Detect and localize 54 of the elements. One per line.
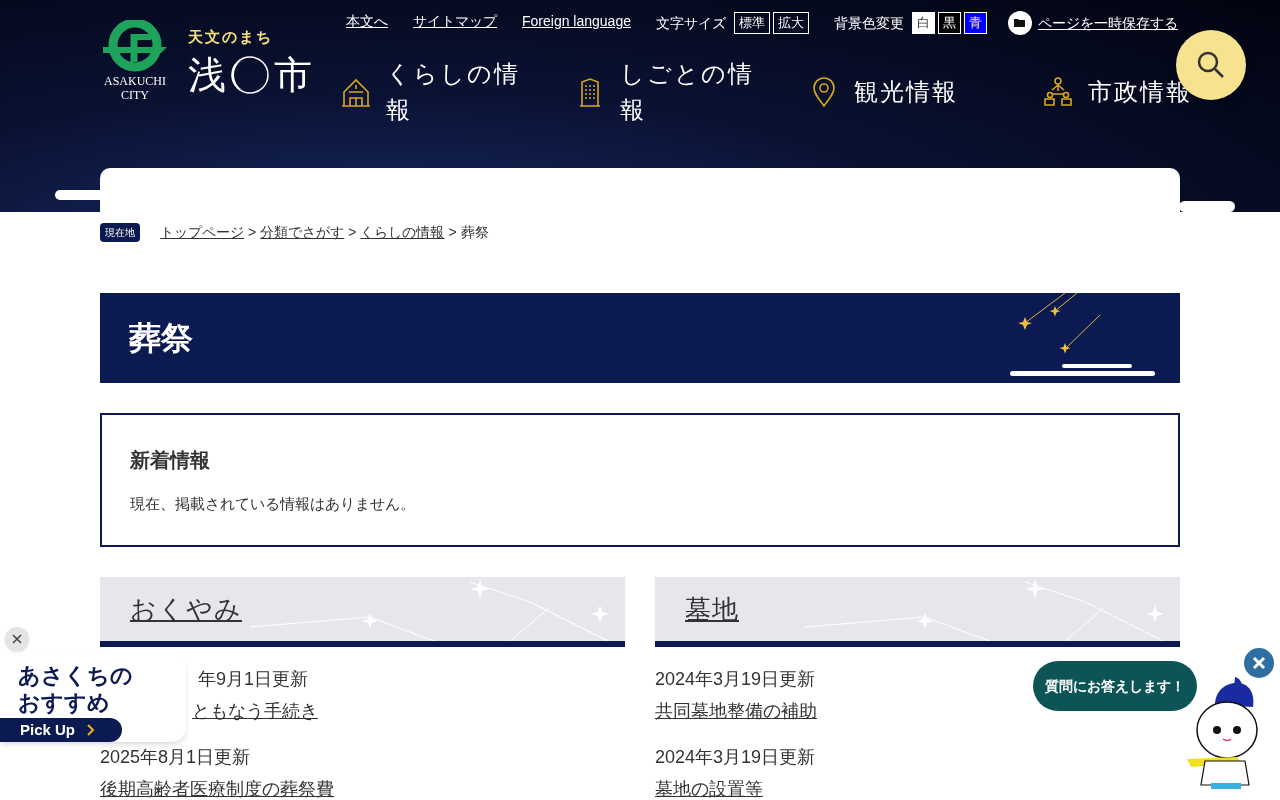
- article-link[interactable]: 墓地の設置等: [655, 777, 763, 800]
- font-size-button[interactable]: 標準: [734, 12, 770, 34]
- article-link[interactable]: ともなう手続き: [192, 699, 318, 723]
- background-color-button[interactable]: 白: [912, 12, 935, 34]
- chat-bubble[interactable]: 質問にお答えします！: [1033, 661, 1197, 711]
- breadcrumb-link[interactable]: くらしの情報: [360, 221, 445, 243]
- breadcrumb-link[interactable]: 分類でさがす: [260, 221, 345, 243]
- article-link[interactable]: 後期高齢者医療制度の葬祭費: [100, 777, 334, 800]
- breadcrumb-link[interactable]: トップページ: [160, 221, 244, 243]
- main-nav-link[interactable]: 観光情報: [808, 56, 1042, 128]
- breadcrumb-separator: >: [248, 222, 257, 242]
- background-color-label: 背景色変更: [834, 13, 904, 33]
- search-icon: [1196, 50, 1226, 80]
- chat-bubble-text: 質問にお答えします！: [1045, 676, 1185, 696]
- utility-link[interactable]: サイトマップ: [413, 10, 497, 32]
- background-color-button[interactable]: 黒: [938, 12, 961, 34]
- close-button[interactable]: [5, 627, 29, 651]
- city-name: 浅: [188, 52, 226, 97]
- people-icon: [1042, 76, 1074, 108]
- city-name: 市: [274, 52, 312, 97]
- background-color-button[interactable]: 青: [964, 12, 987, 34]
- section-heading[interactable]: おくやみ: [130, 589, 242, 629]
- breadcrumb-badge: 現在地: [100, 222, 140, 242]
- update-date: 年9月1日更新: [198, 668, 309, 691]
- update-date: 2025年8月1日更新: [100, 746, 251, 769]
- main-nav-link[interactable]: くらしの情報: [340, 56, 574, 128]
- update-date: 2024年3月19日更新: [655, 668, 816, 691]
- pickup-title: おすすめ: [18, 689, 111, 716]
- article-link[interactable]: 共同墓地整備の補助: [655, 699, 817, 723]
- main-nav-link[interactable]: しごとの情報: [574, 56, 808, 128]
- breadcrumb-separator: >: [348, 222, 357, 242]
- pickup-button[interactable]: Pick Up: [0, 718, 122, 742]
- breadcrumb-separator: >: [448, 222, 457, 242]
- pickup-title: あさくちの: [18, 662, 134, 689]
- update-date: 2024年3月19日更新: [655, 746, 816, 769]
- close-button[interactable]: [1244, 648, 1274, 678]
- news-heading: 新着情報: [130, 448, 211, 473]
- page-title: 葬祭: [129, 319, 193, 358]
- utility-link[interactable]: Foreign language: [522, 10, 631, 32]
- city-name-english: ASAKUCHI CITY: [103, 74, 167, 102]
- font-size-button[interactable]: 拡大: [773, 12, 809, 34]
- city-emblem-icon: [101, 20, 169, 74]
- save-page-link[interactable]: ページを一時保存する: [1038, 12, 1178, 34]
- house-icon: [340, 76, 372, 108]
- font-size-label: 文字サイズ: [656, 13, 726, 33]
- news-message: 現在、掲載されている情報はありません。: [130, 494, 416, 514]
- tagline: 天文のまち: [188, 27, 274, 47]
- close-icon: [1252, 656, 1266, 670]
- breadcrumb-current: 葬祭: [460, 222, 489, 242]
- chevron-right-icon: [87, 724, 96, 736]
- utility-link[interactable]: 本文へ: [346, 10, 388, 32]
- section-heading[interactable]: 墓地: [685, 589, 739, 629]
- close-icon: [12, 634, 22, 644]
- folder-icon: [1008, 11, 1032, 35]
